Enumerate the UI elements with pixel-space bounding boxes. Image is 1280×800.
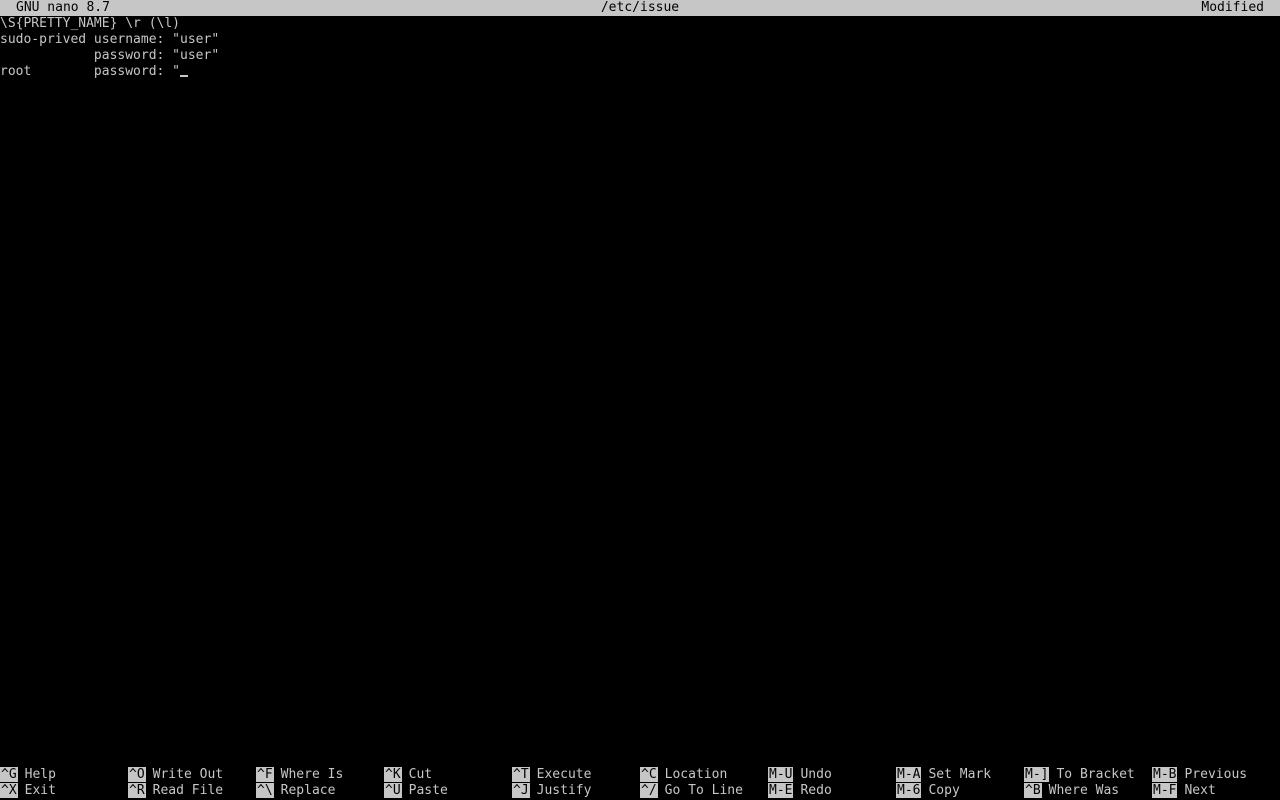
- shortcut-key: ^C: [640, 767, 658, 782]
- shortcut-label: Go To Line: [664, 783, 743, 798]
- shortcut-undo[interactable]: M-U Undo: [768, 767, 896, 783]
- file-name: /etc/issue: [600, 0, 680, 15]
- shortcut-key: M-A: [896, 767, 922, 782]
- shortcut-bar-row-1: ^G Help ^O Write Out ^F Where Is ^K Cut ^T Ex…: [0, 767, 1280, 783]
- shortcut-next[interactable]: M-F Next: [1152, 783, 1280, 799]
- shortcut-key: ^G: [0, 767, 18, 782]
- shortcut-key: M-U: [768, 767, 794, 782]
- shortcut-replace[interactable]: ^\ Replace: [256, 783, 384, 799]
- shortcut-write-out[interactable]: ^O Write Out: [128, 767, 256, 783]
- shortcut-set-mark[interactable]: M-A Set Mark: [896, 767, 1024, 783]
- shortcut-key: ^/: [640, 783, 658, 798]
- shortcut-key: M-F: [1152, 783, 1178, 798]
- shortcut-bar-row-2: ^X Exit ^R Read File ^\ Replace ^U Paste ^J J…: [0, 783, 1280, 799]
- shortcut-to-bracket[interactable]: M-] To Bracket: [1024, 767, 1152, 783]
- modified-status: Modified: [1201, 0, 1264, 15]
- shortcut-key: M-E: [768, 783, 794, 798]
- shortcut-where-was[interactable]: ^B Where Was: [1024, 783, 1152, 799]
- editor-line[interactable]: password: "user": [0, 48, 1280, 64]
- shortcut-key: ^T: [512, 767, 530, 782]
- shortcut-label: Justify: [536, 783, 592, 798]
- shortcut-key: ^\: [256, 783, 274, 798]
- shortcut-key: ^X: [0, 783, 18, 798]
- shortcut-label: Write Out: [152, 767, 224, 782]
- shortcut-paste[interactable]: ^U Paste: [384, 783, 512, 799]
- shortcut-label: Previous: [1184, 767, 1248, 782]
- shortcut-label: Where Is: [280, 767, 344, 782]
- shortcut-label: Copy: [928, 783, 960, 798]
- editor-area[interactable]: \S{PRETTY_NAME} \r (\l) sudo-prived user…: [0, 16, 1280, 80]
- shortcut-key: ^K: [384, 767, 402, 782]
- shortcut-cut[interactable]: ^K Cut: [384, 767, 512, 783]
- shortcut-redo[interactable]: M-E Redo: [768, 783, 896, 799]
- shortcut-help[interactable]: ^G Help: [0, 767, 128, 783]
- app-version: GNU nano 8.7: [16, 0, 110, 15]
- shortcut-label: Cut: [408, 767, 433, 782]
- shortcut-label: Where Was: [1048, 783, 1120, 798]
- shortcut-exit[interactable]: ^X Exit: [0, 783, 128, 799]
- title-bar: /etc/issue GNU nano 8.7 Modified: [0, 0, 1280, 16]
- shortcut-where-is[interactable]: ^F Where Is: [256, 767, 384, 783]
- shortcut-label: Help: [24, 767, 56, 782]
- shortcut-execute[interactable]: ^T Execute: [512, 767, 640, 783]
- shortcut-key: ^F: [256, 767, 274, 782]
- shortcut-copy[interactable]: M-6 Copy: [896, 783, 1024, 799]
- editor-line[interactable]: sudo-prived username: "user": [0, 32, 1280, 48]
- shortcut-label: Set Mark: [928, 767, 992, 782]
- shortcut-go-to-line[interactable]: ^/ Go To Line: [640, 783, 768, 799]
- shortcut-label: Undo: [800, 767, 832, 782]
- shortcut-location[interactable]: ^C Location: [640, 767, 768, 783]
- shortcut-key: ^B: [1024, 783, 1042, 798]
- shortcut-label: Read File: [152, 783, 224, 798]
- shortcut-key: M-6: [896, 783, 922, 798]
- shortcut-label: Paste: [408, 783, 448, 798]
- text-cursor: [180, 75, 189, 77]
- shortcut-key: ^U: [384, 783, 402, 798]
- shortcut-key: M-]: [1024, 767, 1050, 782]
- shortcut-label: Exit: [24, 783, 56, 798]
- shortcut-key: ^J: [512, 783, 530, 798]
- shortcut-key: M-B: [1152, 767, 1178, 782]
- shortcut-label: Location: [664, 767, 728, 782]
- shortcut-key: ^O: [128, 767, 146, 782]
- editor-line[interactable]: root password: ": [0, 64, 1280, 80]
- shortcut-label: To Bracket: [1056, 767, 1135, 782]
- shortcut-label: Replace: [280, 783, 336, 798]
- editor-line[interactable]: \S{PRETTY_NAME} \r (\l): [0, 16, 1280, 32]
- shortcut-label: Next: [1184, 783, 1216, 798]
- shortcut-label: Execute: [536, 767, 592, 782]
- shortcut-read-file[interactable]: ^R Read File: [128, 783, 256, 799]
- shortcut-justify[interactable]: ^J Justify: [512, 783, 640, 799]
- shortcut-previous[interactable]: M-B Previous: [1152, 767, 1280, 783]
- shortcut-key: ^R: [128, 783, 146, 798]
- shortcut-label: Redo: [800, 783, 832, 798]
